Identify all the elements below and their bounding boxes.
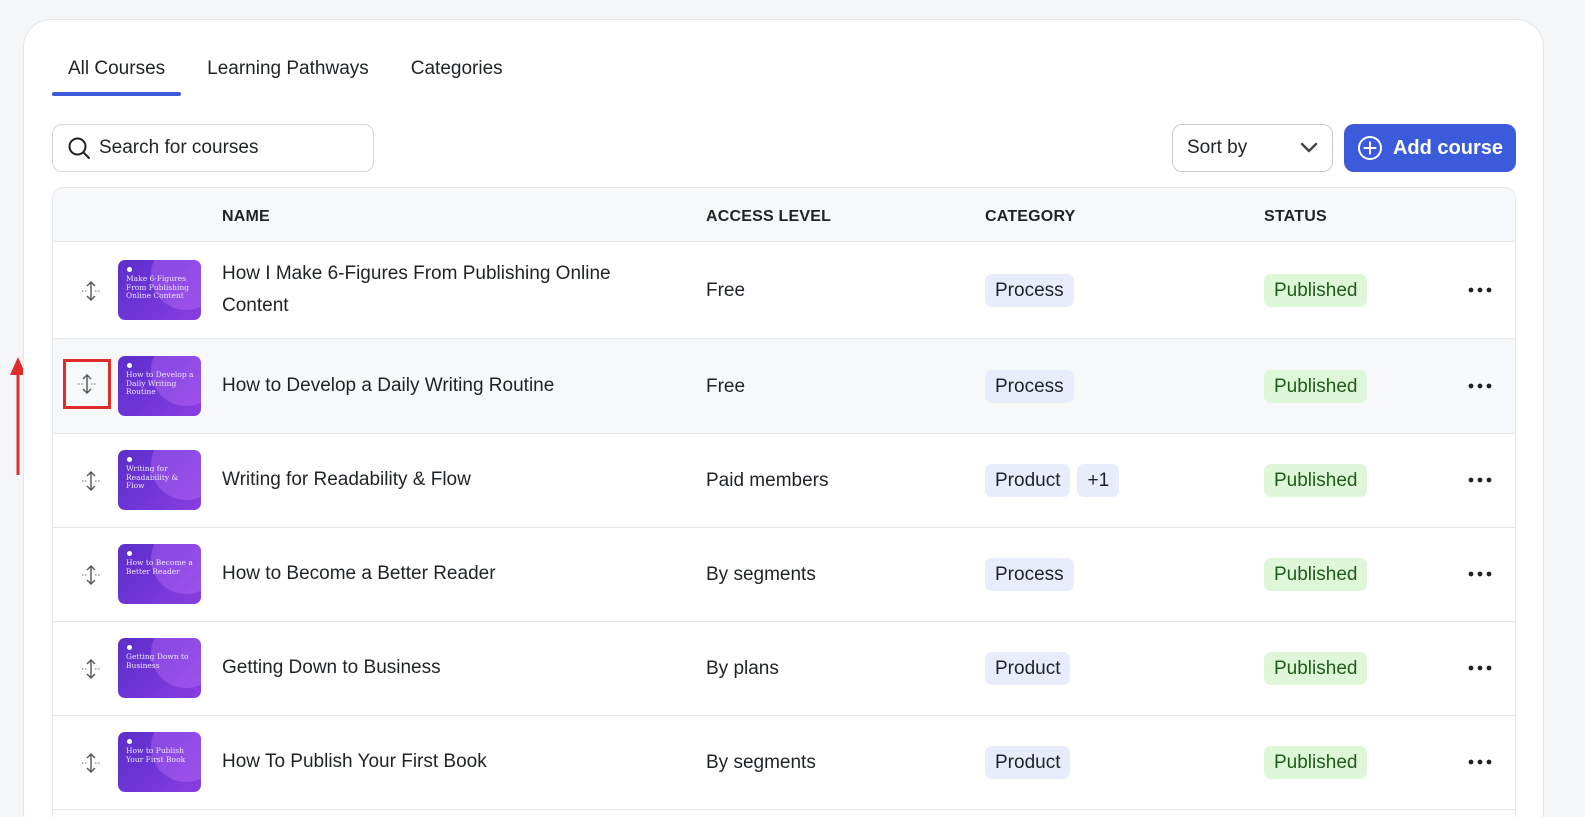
more-options-icon[interactable] [1466,658,1494,678]
sort-dropdown[interactable]: Sort by [1172,124,1333,172]
course-name[interactable]: Writing for Readability & Flow [222,464,662,496]
course-thumbnail[interactable]: Make 6-Figures From Publishing Online Co… [118,260,201,320]
course-name[interactable]: How I Make 6-Figures From Publishing Onl… [222,258,662,322]
courses-panel: All Courses Learning Pathways Categories… [23,19,1544,817]
course-thumbnail[interactable]: Getting Down to Business [118,638,201,698]
search-box[interactable] [52,124,374,172]
access-level: Paid members [706,470,829,491]
table-row[interactable]: Writing for Readability & Flow Writing f… [53,434,1515,528]
access-level: By segments [706,752,816,773]
column-header-status[interactable]: STATUS [1264,208,1327,226]
table-row[interactable]: Getting Down to Business Getting Down to… [53,622,1515,716]
course-thumbnail[interactable]: How to Develop a Daily Writing Routine [118,356,201,416]
column-header-category[interactable]: CATEGORY [985,208,1076,226]
table-row[interactable]: How to Publish Your First Book How To Pu… [53,716,1515,810]
course-tabs: All Courses Learning Pathways Categories [52,50,529,96]
more-options-icon[interactable] [1466,376,1494,396]
table-row[interactable]: How to Develop a Daily Writing Routine H… [53,339,1515,434]
status-badge: Published [1264,652,1368,685]
category-list: Process [985,558,1074,591]
drag-handle-icon[interactable] [79,469,103,493]
status-badge: Published [1264,464,1368,497]
category-chip: Product [985,652,1071,685]
chevron-down-icon [1300,142,1318,153]
category-list: Product +1 [985,464,1120,497]
course-thumbnail[interactable]: How to Become a Better Reader [118,544,201,604]
course-name[interactable]: Getting Down to Business [222,652,662,684]
course-name[interactable]: How To Publish Your First Book [222,746,662,778]
access-level: Free [706,280,746,301]
thumbnail-title: Make 6-Figures From Publishing Online Co… [126,274,189,300]
access-level: By segments [706,564,816,585]
more-options-icon[interactable] [1466,564,1494,584]
drag-handle-icon[interactable] [63,359,111,409]
more-options-icon[interactable] [1466,280,1494,300]
drag-handle-icon[interactable] [79,563,103,587]
search-input[interactable] [99,137,349,159]
category-list: Product [985,652,1071,685]
drag-handle-icon[interactable] [79,279,103,303]
category-list: Process [985,370,1074,403]
course-thumbnail[interactable]: Writing for Readability & Flow [118,450,201,510]
course-name[interactable]: How to Become a Better Reader [222,558,662,590]
plus-circle-icon [1357,136,1382,160]
course-thumbnail[interactable]: How to Publish Your First Book [118,732,201,792]
status-badge: Published [1264,274,1368,307]
search-icon [68,137,90,159]
add-course-button[interactable]: Add course [1344,124,1516,172]
category-chip: Product [985,746,1071,779]
category-chip: Process [985,558,1074,591]
table-header: NAME ACCESS LEVEL CATEGORY STATUS [53,188,1515,242]
category-list: Process [985,274,1074,307]
course-name[interactable]: How to Develop a Daily Writing Routine [222,370,662,402]
tab-all-courses[interactable]: All Courses [52,50,182,96]
tab-categories[interactable]: Categories [395,50,519,96]
category-chip: Process [985,370,1074,403]
more-options-icon[interactable] [1466,470,1494,490]
category-chip: Product [985,464,1071,497]
column-header-access[interactable]: ACCESS LEVEL [706,208,831,226]
table-row[interactable]: Make 6-Figures From Publishing Online Co… [53,242,1515,339]
thumbnail-title: How to Publish Your First Book [126,746,186,764]
column-header-name[interactable]: NAME [222,208,270,226]
tab-learning-pathways[interactable]: Learning Pathways [191,50,385,96]
status-badge: Published [1264,558,1368,591]
thumbnail-title: How to Become a Better Reader [126,558,193,576]
more-options-icon[interactable] [1466,752,1494,772]
status-badge: Published [1264,370,1368,403]
thumbnail-title: Writing for Readability & Flow [126,464,179,490]
sort-label: Sort by [1187,137,1248,158]
status-badge: Published [1264,746,1368,779]
drag-handle-icon[interactable] [79,657,103,681]
add-course-label: Add course [1392,136,1504,159]
access-level: By plans [706,658,779,679]
thumbnail-title: Getting Down to Business [126,652,189,670]
table-row[interactable]: How to Become a Better Reader How to Bec… [53,528,1515,622]
access-level: Free [706,376,746,397]
drag-handle-icon[interactable] [79,751,103,775]
thumbnail-title: How to Develop a Daily Writing Routine [126,370,194,396]
category-overflow-chip[interactable]: +1 [1077,464,1120,497]
courses-table: NAME ACCESS LEVEL CATEGORY STATUS Make 6… [52,187,1516,817]
category-chip: Process [985,274,1074,307]
category-list: Product [985,746,1071,779]
